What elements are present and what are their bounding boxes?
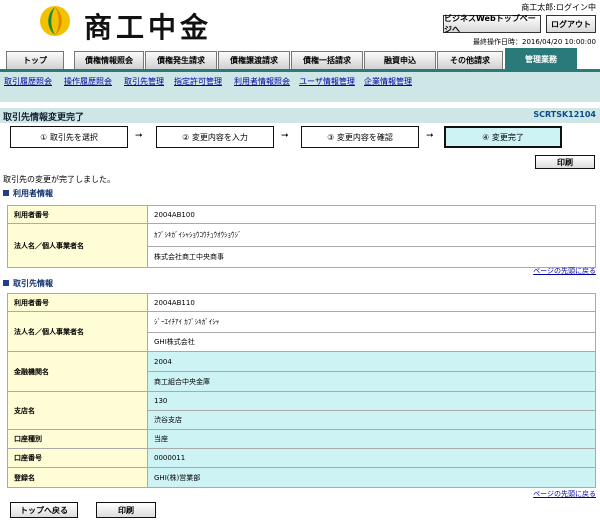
branch-code-value: 130: [147, 391, 596, 411]
partner-name-kana: ｼﾞｰｴｲﾁｱｲ ｶﾌﾞｼｷｶﾞｲｼｬ: [147, 311, 596, 333]
registered-name-value: GHI(株)営業部: [147, 467, 596, 488]
step-enter-changes: ② 変更内容を入力: [156, 126, 274, 148]
subnav-operation-history[interactable]: 操作履歴照会: [64, 76, 112, 87]
table-row: 利用者番号 2004AB100: [7, 205, 596, 224]
subnav-user-management[interactable]: ユーザ情報管理: [299, 76, 355, 87]
table-row: 口座番号 0000011: [7, 448, 596, 468]
company-name-value: 株式会社商工中央商事: [147, 246, 596, 268]
brand-name: 商工中金: [84, 11, 213, 44]
step-arrow-icon: ➞: [281, 131, 289, 141]
partner-name-value: GHI株式会社: [147, 332, 596, 352]
company-name-kana: ｶﾌﾞｼｷｶﾞｲｼｬｼｮｳｺｳﾁｭｳｵｳｼｮｳｼﾞ: [147, 223, 596, 247]
biz-web-top-button[interactable]: ビジネスWebトップページへ: [443, 14, 541, 34]
bank-code-value: 2004: [147, 351, 596, 372]
table-row: 法人名／個人事業者名 ｼﾞｰｴｲﾁｱｲ ｶﾌﾞｼｷｶﾞｲｼｬ: [7, 311, 596, 352]
step-arrow-icon: ➞: [426, 131, 434, 141]
page-title-bar: 取引先情報変更完了 SCRTSK12104: [0, 108, 600, 123]
tab-bond-transfer[interactable]: 債権譲渡請求: [218, 51, 290, 69]
square-bullet-icon: [3, 280, 9, 286]
user-info-heading: 利用者情報: [3, 188, 53, 199]
table-row: 登録名 GHI(株)営業部: [7, 467, 596, 488]
last-operation-time: 最終操作日時：2016/04/20 10:00:00: [472, 38, 596, 46]
tab-top[interactable]: トップ: [6, 51, 64, 69]
user-info-table: 利用者番号 2004AB100 法人名／個人事業者名 ｶﾌﾞｼｷｶﾞｲｼｬｼｮｳ…: [7, 205, 596, 268]
tab-other-requests[interactable]: その他請求: [437, 51, 503, 69]
partner-name-label: 法人名／個人事業者名: [7, 311, 148, 352]
step-select-partner: ① 取引先を選択: [10, 126, 128, 148]
subnav-partner-management[interactable]: 取引先管理: [124, 76, 164, 87]
user-status: 商工太郎:ログイン中: [521, 3, 596, 12]
completion-message: 取引先の変更が完了しました。: [3, 175, 115, 184]
subnav-company-management[interactable]: 企業情報管理: [364, 76, 412, 87]
logout-button[interactable]: ログアウト: [546, 15, 596, 33]
registered-name-label: 登録名: [7, 467, 148, 488]
partner-info-heading: 取引先情報: [3, 278, 53, 289]
table-row: 支店名 130: [7, 391, 596, 430]
branch-name-value: 渋谷支店: [147, 410, 596, 430]
partner-user-no-value: 2004AB110: [147, 293, 596, 312]
page-title: 取引先情報変更完了: [3, 113, 85, 123]
step-change-complete: ④ 変更完了: [444, 126, 562, 148]
account-type-label: 口座種別: [7, 429, 148, 449]
subnav-user-info-inquiry[interactable]: 利用者情報照会: [234, 76, 290, 87]
subnav-designation-permission[interactable]: 指定許可管理: [174, 76, 222, 87]
sub-navigation: 取引履歴照会 操作履歴照会 取引先管理 指定許可管理 利用者情報照会 ユーザ情報…: [0, 72, 600, 102]
account-type-value: 当座: [147, 429, 596, 449]
back-to-top-button[interactable]: トップへ戻る: [10, 502, 78, 518]
table-row: 法人名／個人事業者名 ｶﾌﾞｼｷｶﾞｲｼｬｼｮｳｺｳﾁｭｳｵｳｼｮｳｼﾞ: [7, 223, 596, 268]
bank-label: 金融機関名: [7, 351, 148, 392]
square-bullet-icon: [3, 190, 9, 196]
back-to-top-link-bottom[interactable]: ページの先頭に戻る: [533, 489, 596, 499]
table-row: 利用者番号 2004AB110: [7, 293, 596, 312]
tab-bond-issue[interactable]: 債権発生請求: [145, 51, 217, 69]
account-no-label: 口座番号: [7, 448, 148, 468]
table-row: 口座種別 当座: [7, 429, 596, 449]
partner-info-table: 利用者番号 2004AB110 法人名／個人事業者名 ｼﾞｰｴｲﾁｱｲ ｶﾌﾞｼ…: [7, 293, 596, 488]
user-no-value: 2004AB100: [147, 205, 596, 224]
tab-loan-application[interactable]: 融資申込: [364, 51, 436, 69]
tab-bond-bulk[interactable]: 債権一括請求: [291, 51, 363, 69]
partner-user-no-label: 利用者番号: [7, 293, 148, 312]
step-confirm-changes: ③ 変更内容を確認: [301, 126, 419, 148]
main-tabs: トップ 債権情報照会 債権発生請求 債権譲渡請求 債権一括請求 融資申込 その他…: [0, 48, 600, 72]
branch-label: 支店名: [7, 391, 148, 430]
screen-id: SCRTSK12104: [533, 110, 596, 119]
print-button-top[interactable]: 印刷: [535, 155, 595, 169]
account-no-value: 0000011: [147, 448, 596, 468]
user-no-label: 利用者番号: [7, 205, 148, 224]
company-logo-icon: [40, 6, 70, 36]
table-row: 金融機関名 2004: [7, 351, 596, 392]
print-button-bottom[interactable]: 印刷: [96, 502, 156, 518]
tab-management[interactable]: 管理業務: [505, 48, 577, 69]
step-arrow-icon: ➞: [135, 131, 143, 141]
bank-name-value: 商工組合中央金庫: [147, 371, 596, 392]
tab-bond-inquiry[interactable]: 債権情報照会: [74, 51, 144, 69]
company-name-label: 法人名／個人事業者名: [7, 223, 148, 268]
header: 商工中金 商工太郎:ログイン中 ビジネスWebトップページへ ログアウト 最終操…: [0, 0, 600, 46]
subnav-transaction-history[interactable]: 取引履歴照会: [4, 76, 52, 87]
back-to-top-link[interactable]: ページの先頭に戻る: [533, 266, 596, 276]
